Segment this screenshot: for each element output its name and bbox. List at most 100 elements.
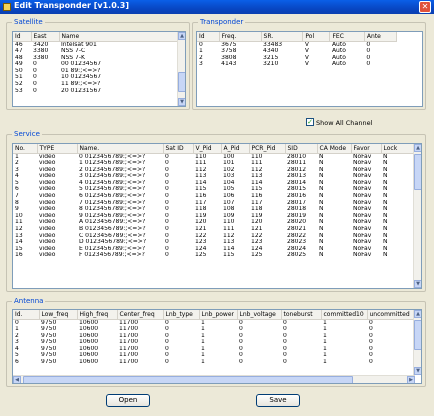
antenna-row[interactable]: 1 9750 10600 11700 0 1 0 0 1 0 xyxy=(13,326,415,333)
column-header[interactable]: Id xyxy=(13,32,32,42)
service-row[interactable]: 16 video F 0123456789:;<=>? 0 125 115 125 28025… xyxy=(13,252,415,259)
column-header[interactable]: Freq. xyxy=(219,32,262,42)
service-row[interactable]: 7 video 6 0123456789:;<=>? 0 116 106 116 28016 N… xyxy=(13,193,415,200)
service-row[interactable]: 2 video 1 0123456789:;<=>? 0 111 101 111 28011 N… xyxy=(13,160,415,167)
column-header[interactable]: committed10 xyxy=(321,310,368,320)
table-cell: 102 xyxy=(223,166,235,173)
satellite-row[interactable]: 46 3420 Intelsat 901 xyxy=(13,41,179,48)
scroll-down-icon[interactable]: ▼ xyxy=(178,98,185,106)
service-row[interactable]: 10 video 9 0123456789:;<=>? 0 119 109 119 28019… xyxy=(13,213,415,220)
table-cell: 1 xyxy=(323,352,327,359)
antenna-row[interactable]: 4 9750 10600 11700 0 1 0 0 1 0 xyxy=(13,346,415,353)
column-header[interactable]: High_freq xyxy=(77,310,118,320)
satellite-row[interactable]: 53 0 20 01231567 xyxy=(13,88,179,95)
column-header[interactable]: A_Pid xyxy=(221,144,250,154)
column-header[interactable]: No. xyxy=(13,144,38,154)
antenna-horizontal-scrollbar[interactable]: ◀ ▶ xyxy=(13,375,415,383)
transponder-row[interactable]: 1 3758 4340 V Auto 0 xyxy=(197,48,397,55)
column-header[interactable]: Low_freq xyxy=(39,310,78,320)
service-row[interactable]: 12 video B 0123456789:;<=>? 0 121 111 121 28021… xyxy=(13,226,415,233)
scroll-down-icon[interactable]: ▼ xyxy=(414,367,421,375)
table-cell: 0 xyxy=(366,41,371,48)
column-header[interactable]: FEC xyxy=(329,32,365,42)
column-header[interactable]: Name xyxy=(59,32,180,42)
satellite-row[interactable]: 49 0 00 01234567 xyxy=(13,61,179,68)
save-button[interactable]: Save xyxy=(256,394,300,407)
transponder-row[interactable]: 3 4143 3210 V Auto 0 xyxy=(197,61,397,68)
service-row[interactable]: 11 video A 0123456789:;<=>? 0 120 110 120 28020… xyxy=(13,219,415,226)
service-row[interactable]: 1 video 0 0123456789:;<=>? 0 110 100 110 28010 N… xyxy=(13,153,415,160)
satellite-row[interactable]: 50 0 01 89:;<=>? xyxy=(13,68,179,75)
scrollbar-thumb[interactable] xyxy=(178,72,185,92)
close-icon[interactable]: ✕ xyxy=(419,1,431,13)
column-header[interactable]: Ante xyxy=(364,32,398,42)
show-all-channel-checkbox[interactable]: ✓ xyxy=(306,118,314,126)
column-header[interactable]: SID xyxy=(285,144,318,154)
antenna-row[interactable]: 2 9750 10600 11700 0 1 0 0 1 0 xyxy=(13,333,415,340)
open-button[interactable]: Open xyxy=(106,394,150,407)
column-header[interactable]: East xyxy=(31,32,60,42)
service-row[interactable]: 14 video D 0123456789:;<=>? 0 123 113 123 28023… xyxy=(13,239,415,246)
service-row[interactable]: 6 video 5 0123456789:;<=>? 0 115 105 115 28015 N… xyxy=(13,186,415,193)
show-all-channel-label[interactable]: Show All Channel xyxy=(316,119,372,127)
service-row[interactable]: 3 video 2 0123456789:;<=>? 0 112 102 112 28012 N… xyxy=(13,167,415,174)
service-row[interactable]: 8 video 7 0123456789:;<=>? 0 117 107 117 28017 N… xyxy=(13,200,415,207)
column-header[interactable]: SR. xyxy=(261,32,304,42)
column-header[interactable]: Pol xyxy=(302,32,331,42)
column-header[interactable]: Sat ID xyxy=(163,144,194,154)
scrollbar-thumb[interactable] xyxy=(23,376,353,383)
antenna-list[interactable]: Id. Low_freq High_freq Center_freq Lnb_type L… xyxy=(12,309,422,384)
service-row[interactable]: 4 video 3 0123456789:;<=>? 0 113 103 113 28013 N… xyxy=(13,173,415,180)
column-header[interactable]: toneburst xyxy=(281,310,322,320)
service-list[interactable]: No. TYPE Name. Sat ID V_Pid A_Pid PCR_Pid SID CA… xyxy=(12,143,422,289)
service-row[interactable]: 5 video 4 0123456789:;<=>? 0 114 104 114 28014 N… xyxy=(13,180,415,187)
antenna-row[interactable]: 3 9750 10600 11700 0 1 0 0 1 0 xyxy=(13,339,415,346)
column-header[interactable]: Center_freq xyxy=(117,310,164,320)
service-row[interactable]: 15 video E 0123456789:;<=>? 0 124 114 124 28024… xyxy=(13,246,415,253)
table-cell: 106 xyxy=(223,193,235,200)
service-row[interactable]: 9 video 8 0123456789:;<=>? 0 118 108 118 28018 N… xyxy=(13,206,415,213)
column-header[interactable]: Id. xyxy=(13,310,40,320)
satellite-row[interactable]: 48 3380 NSS 7-K xyxy=(13,55,179,62)
satellite-row[interactable]: 47 3380 NSS 7-C xyxy=(13,48,179,55)
antenna-vertical-scrollbar[interactable]: ▲ ▼ xyxy=(413,310,421,375)
service-row[interactable]: 13 video C 0123456789:;<=>? 0 122 112 122 28022… xyxy=(13,233,415,240)
scroll-up-icon[interactable]: ▲ xyxy=(414,310,421,318)
table-cell: 0 xyxy=(165,345,169,352)
column-header[interactable]: V_Pid xyxy=(193,144,222,154)
satellite-row[interactable]: 52 0 11 89:;<=>? xyxy=(13,81,179,88)
column-header[interactable]: PCR_Pid xyxy=(249,144,286,154)
satellite-vertical-scrollbar[interactable]: ▲ ▼ xyxy=(177,32,185,106)
scrollbar-thumb[interactable] xyxy=(414,320,421,350)
column-header[interactable]: Lnb_voltage xyxy=(237,310,282,320)
transponder-row[interactable]: 0 3675 33483 V Auto 0 xyxy=(197,41,397,48)
service-vertical-scrollbar[interactable]: ▲ ▼ xyxy=(413,144,421,288)
scroll-right-icon[interactable]: ▶ xyxy=(407,376,415,383)
transponder-row[interactable]: 2 3808 3215 V Auto 0 xyxy=(197,55,397,62)
column-header[interactable]: Favor xyxy=(351,144,382,154)
column-header[interactable]: Lnb_type xyxy=(163,310,200,320)
scroll-left-icon[interactable]: ◀ xyxy=(13,376,21,383)
column-header[interactable]: CA Mode xyxy=(317,144,352,154)
table-cell: 0 xyxy=(165,206,169,213)
column-header[interactable]: uncommitted xyxy=(367,310,416,320)
antenna-row[interactable]: 6 9750 10600 11700 0 1 0 0 1 0 xyxy=(13,359,415,366)
column-header[interactable]: Id xyxy=(197,32,220,42)
table-cell: 3420 xyxy=(33,41,49,48)
table-cell: 9750 xyxy=(41,339,57,346)
scrollbar-thumb[interactable] xyxy=(414,154,421,190)
scroll-up-icon[interactable]: ▲ xyxy=(178,32,185,40)
column-header[interactable]: Lnb_power xyxy=(199,310,238,320)
antenna-row[interactable]: 0 9750 10600 11700 0 1 0 0 1 0 xyxy=(13,319,415,326)
scroll-down-icon[interactable]: ▼ xyxy=(414,280,421,288)
column-header[interactable]: TYPE xyxy=(37,144,78,154)
column-header[interactable]: Name. xyxy=(77,144,164,154)
table-cell: 28013 xyxy=(287,173,307,180)
satellite-row[interactable]: 51 0 10 01234567 xyxy=(13,74,179,81)
transponder-list[interactable]: Id Freq. SR. Pol FEC Ante 0 3675 33483 V Auto 0 1 37… xyxy=(196,31,423,107)
scroll-up-icon[interactable]: ▲ xyxy=(414,144,421,152)
table-cell: 105 xyxy=(223,186,235,193)
antenna-row[interactable]: 5 9750 10600 11700 0 1 0 0 1 0 xyxy=(13,352,415,359)
satellite-list[interactable]: Id East Name 46 3420 Intelsat 901 47 3380 NSS 7… xyxy=(12,31,186,107)
column-header[interactable]: Lock xyxy=(381,144,416,154)
